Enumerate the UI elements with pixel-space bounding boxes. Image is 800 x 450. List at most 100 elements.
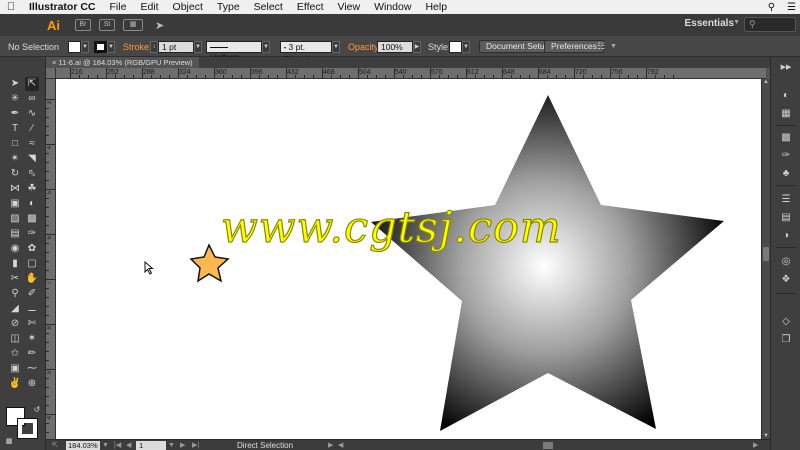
chevron-down-icon[interactable]: ▼: [107, 40, 115, 53]
brushes-icon[interactable]: ✑: [779, 149, 793, 163]
stroke-stepper[interactable]: ↕: [150, 40, 158, 53]
crop-icon[interactable]: ▣: [8, 362, 22, 376]
stroke-swatch[interactable]: [94, 40, 107, 53]
arrange-documents-icon[interactable]: ▦: [123, 19, 143, 31]
gradient-panel-icon[interactable]: ▤: [779, 211, 793, 225]
chevron-right-icon[interactable]: ▶: [328, 440, 333, 450]
zoom-field[interactable]: 184.03%: [66, 441, 100, 450]
ruler-origin[interactable]: [46, 68, 56, 79]
chevron-down-icon[interactable]: ▼: [102, 440, 109, 450]
curvature-icon[interactable]: ∿: [25, 107, 39, 121]
document-tab[interactable]: × 11-6.ai @ 184.03% (RGB/GPU Preview): [46, 57, 199, 68]
direct-selection-icon[interactable]: ⇱: [25, 77, 39, 91]
pencil-icon[interactable]: ✏: [25, 347, 39, 361]
swatches-icon[interactable]: ▩: [779, 131, 793, 145]
symbol-sprayer-icon[interactable]: ✿: [25, 242, 39, 256]
paint-bucket-icon[interactable]: ◢: [8, 302, 22, 316]
pen-icon[interactable]: ✒: [8, 107, 22, 121]
artboard-number-field[interactable]: 1: [136, 441, 166, 450]
chevron-right-icon[interactable]: ▶: [413, 40, 421, 53]
gradient-icon[interactable]: ▤: [8, 227, 22, 241]
magic-wand-icon[interactable]: ✳: [8, 92, 22, 106]
scroll-right-icon[interactable]: ▶: [753, 440, 758, 450]
smooth-icon[interactable]: ⁓: [25, 362, 39, 376]
align-options-icon[interactable]: ☷: [597, 40, 605, 53]
brush-definition[interactable]: • 3 pt. Round: [280, 40, 332, 64]
workspace-switcher[interactable]: Essentials: [685, 18, 734, 29]
artboard-icon[interactable]: ▢: [25, 257, 39, 271]
variable-width-profile[interactable]: Uniform: [206, 40, 262, 62]
eyedropper-icon[interactable]: ✑: [25, 227, 39, 241]
swap-colors-icon[interactable]: ↺: [30, 403, 44, 417]
stock-button[interactable]: St: [99, 19, 115, 31]
scroll-up-icon[interactable]: ▲: [762, 79, 770, 85]
menu-edit[interactable]: Edit: [133, 1, 165, 13]
scroll-left-icon[interactable]: ◀: [338, 440, 343, 450]
paintbrush-icon[interactable]: ≈: [25, 137, 39, 151]
next-artboard-icon[interactable]: ▶: [180, 440, 185, 450]
stroke-icon[interactable]: ☰: [779, 193, 793, 207]
preferences-button[interactable]: Preferences: [544, 40, 604, 53]
gpu-performance-icon[interactable]: ➤: [155, 19, 164, 32]
chevron-down-icon[interactable]: ▼: [462, 40, 470, 53]
appearance-icon[interactable]: ◎: [779, 255, 793, 269]
stroke-color-box[interactable]: [17, 418, 38, 439]
line-icon[interactable]: ∕: [25, 122, 39, 136]
menu-view[interactable]: View: [331, 1, 368, 13]
menu-effect[interactable]: Effect: [290, 1, 331, 13]
shaper-icon[interactable]: ✴: [8, 152, 22, 166]
stroke-weight-field[interactable]: 1 pt: [158, 40, 194, 53]
menu-type[interactable]: Type: [210, 1, 247, 13]
column-graph-icon[interactable]: ▮: [8, 257, 22, 271]
rectangle-icon[interactable]: □: [8, 137, 22, 151]
type-icon[interactable]: T: [8, 122, 22, 136]
width-icon[interactable]: ⋈: [8, 182, 22, 196]
free-transform-icon[interactable]: ▣: [8, 197, 22, 211]
search-input[interactable]: ⚲: [744, 17, 796, 32]
zoom-tool-icon[interactable]: ⊕: [25, 377, 39, 391]
menu-help[interactable]: Help: [418, 1, 454, 13]
chevron-down-icon[interactable]: ▼: [194, 40, 202, 53]
transparency-icon[interactable]: ◑: [779, 229, 793, 243]
horizontal-scroll-thumb[interactable]: [543, 442, 553, 449]
vertical-scroll-thumb[interactable]: [763, 247, 769, 261]
blob-brush-icon[interactable]: ✩: [8, 347, 22, 361]
menu-extras-icon[interactable]: ☰: [787, 2, 796, 13]
scissors-icon[interactable]: ✄: [25, 317, 39, 331]
lasso-icon[interactable]: ∞: [25, 92, 39, 106]
menu-window[interactable]: Window: [367, 1, 418, 13]
vertical-scrollbar[interactable]: ▲ ▼: [761, 79, 770, 439]
warp-icon[interactable]: ☘: [25, 182, 39, 196]
chevron-down-icon[interactable]: ▼: [610, 40, 617, 53]
vertical-ruler[interactable]: 3 4 5 6 7 8 9 4: [46, 79, 56, 439]
artboard-canvas[interactable]: www.cgtsj.com: [56, 79, 766, 439]
measure-icon[interactable]: ⚊: [25, 302, 39, 316]
graphic-styles-icon[interactable]: ❖: [779, 273, 793, 287]
scale-icon[interactable]: ⬁: [25, 167, 39, 181]
collapse-panels-icon[interactable]: ▶▶: [779, 61, 793, 75]
close-icon[interactable]: ×: [52, 58, 56, 67]
menu-file[interactable]: File: [103, 1, 134, 13]
export-icon[interactable]: ⇱: [52, 440, 58, 450]
blend-icon[interactable]: ◉: [8, 242, 22, 256]
puppet-warp-icon[interactable]: ✶: [25, 332, 39, 346]
app-menu[interactable]: Illustrator CC: [22, 1, 103, 13]
chevron-down-icon[interactable]: ▼: [332, 40, 340, 53]
shape-builder-icon[interactable]: ◐: [25, 197, 39, 211]
layers-icon[interactable]: ◇: [779, 315, 793, 329]
print-tiling-icon[interactable]: ◫: [8, 332, 22, 346]
chevron-down-icon[interactable]: ▼: [262, 40, 270, 53]
perspective-icon[interactable]: ▨: [8, 212, 22, 226]
menu-select[interactable]: Select: [247, 1, 290, 13]
eyedropper-alt-icon[interactable]: ✐: [25, 287, 39, 301]
last-artboard-icon[interactable]: ▶|: [192, 440, 199, 450]
color-icon[interactable]: ◐: [779, 89, 793, 103]
chevron-down-icon[interactable]: ▼: [81, 40, 89, 53]
eraser-icon[interactable]: ◥: [25, 152, 39, 166]
stroke-label[interactable]: Stroke:: [123, 40, 152, 53]
opacity-field[interactable]: 100%: [377, 40, 413, 53]
hand-pan-icon[interactable]: ✌: [8, 377, 22, 391]
zoom-icon[interactable]: ⚲: [8, 287, 22, 301]
selection-icon[interactable]: ➤: [8, 77, 22, 91]
fill-swatch[interactable]: [68, 40, 81, 53]
